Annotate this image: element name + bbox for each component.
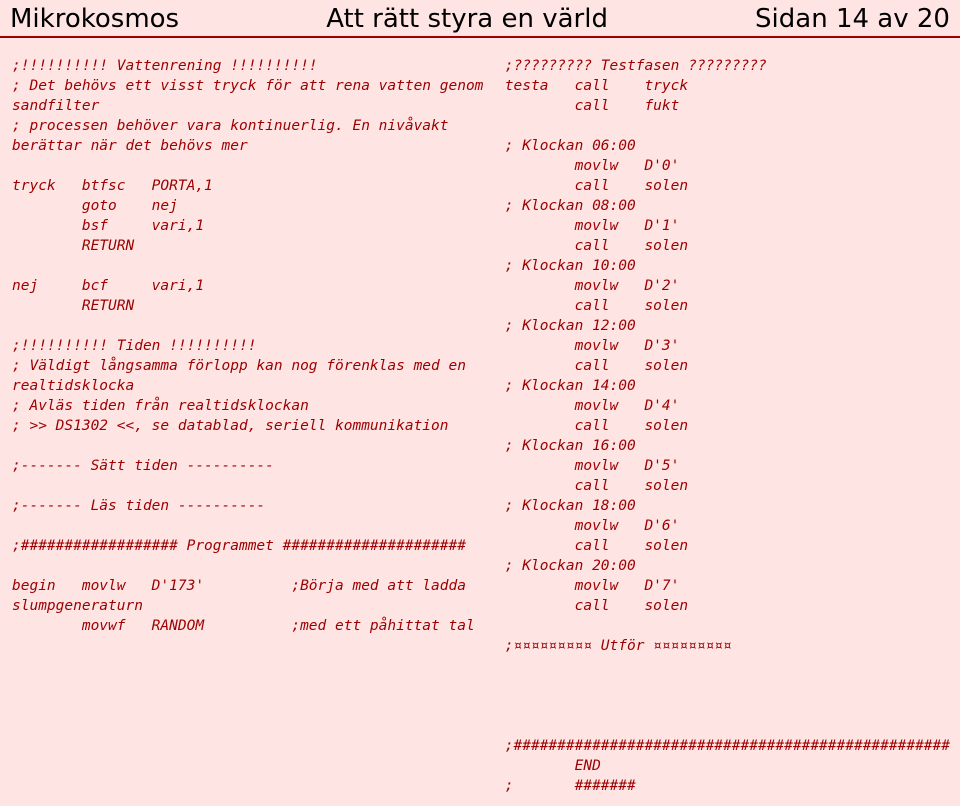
- page-header: Mikrokosmos Att rätt styra en värld Sida…: [0, 0, 960, 38]
- doc-title-left: Mikrokosmos: [10, 4, 179, 34]
- code-column-right: ;????????? Testfasen ????????? testa cal…: [505, 56, 950, 796]
- page-indicator: Sidan 14 av 20: [755, 4, 950, 34]
- doc-title-center: Att rätt styra en värld: [326, 4, 608, 34]
- code-columns: ;!!!!!!!!!! Vattenrening !!!!!!!!!! ; De…: [0, 38, 960, 806]
- code-column-left: ;!!!!!!!!!! Vattenrening !!!!!!!!!! ; De…: [12, 56, 489, 796]
